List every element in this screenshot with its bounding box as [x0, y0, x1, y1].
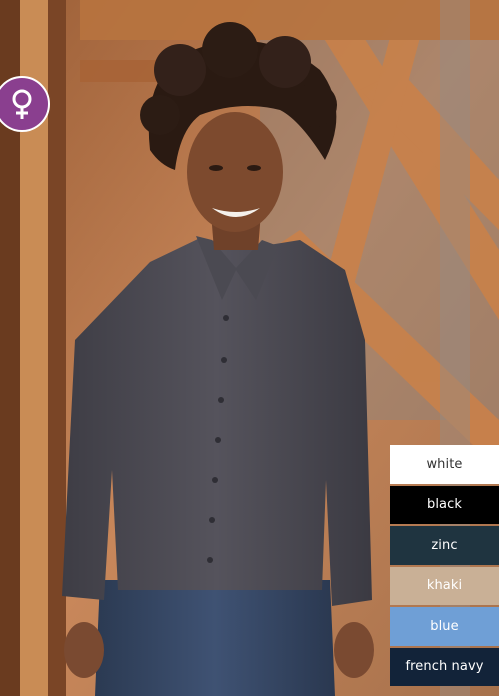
color-label: french navy [405, 659, 484, 675]
color-swatch-list: white black zinc khaki blue french navy [390, 445, 499, 688]
female-symbol-icon [12, 89, 32, 119]
color-swatch-white[interactable]: white [390, 445, 499, 484]
color-swatch-french-navy[interactable]: french navy [390, 647, 499, 686]
color-label: white [426, 456, 463, 472]
color-label: khaki [426, 578, 463, 594]
color-label: blue [430, 618, 459, 634]
color-swatch-zinc[interactable]: zinc [390, 526, 499, 565]
color-label: black [426, 497, 462, 513]
color-swatch-blue[interactable]: blue [390, 607, 499, 646]
color-swatch-black[interactable]: black [390, 485, 499, 524]
color-label: zinc [431, 537, 458, 553]
color-swatch-khaki[interactable]: khaki [390, 566, 499, 605]
